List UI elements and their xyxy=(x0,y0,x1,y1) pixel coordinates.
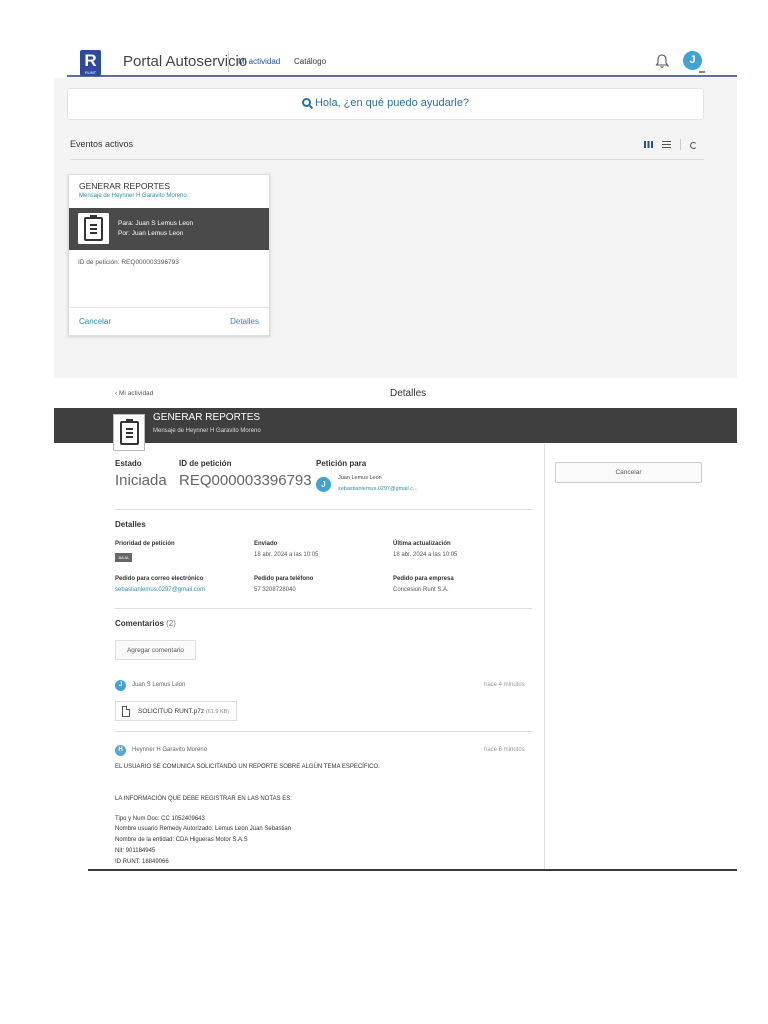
card-request-id: ID de petición: REQ000003396793 xyxy=(78,259,179,266)
request-subtitle: Mensaje de Heynner H Garavito Moreno xyxy=(153,428,261,434)
top-navbar: R RUNT Portal Autoservicio Mi actividad … xyxy=(67,44,737,77)
file-icon xyxy=(122,706,130,717)
comment-line: EL USUARIO SE COMUNICA SOLICITANDO UN RE… xyxy=(115,764,380,770)
id-value: REQ000003396793 xyxy=(179,472,312,489)
correo-label: Pedido para correo electrónico xyxy=(115,576,204,582)
comment-line: Nit: 901184945 xyxy=(115,848,156,854)
comment-time: hace 4 minutos xyxy=(484,682,525,688)
enviado-label: Enviado xyxy=(254,541,278,547)
nav-divider xyxy=(228,51,229,72)
card-band: Para: Juan S Lemus Leon Por: Juan Lemus … xyxy=(69,208,269,250)
attachment-size: (61.9 KB) xyxy=(205,709,230,715)
add-comment-button[interactable]: Agregar comentario xyxy=(115,640,196,660)
event-card[interactable]: GENERAR REPORTES Mensaje de Heynner H Ga… xyxy=(68,174,270,336)
card-subtitle: Mensaje de Heynner H Garavito Moreno xyxy=(79,193,187,199)
toolbar-divider xyxy=(680,139,681,150)
card-por: Por: Juan Lemus Leon xyxy=(118,230,184,237)
comment-line: Tipo y Num Doc: CC 1052409643 xyxy=(115,816,205,822)
prioridad-label: Prioridad de petición xyxy=(115,541,175,547)
logo-letter: R xyxy=(84,51,97,70)
bell-icon[interactable] xyxy=(655,53,669,69)
recipient-name: Juan Lemus Leon xyxy=(338,475,382,481)
comment-line: Nombre usuario Remedy Autorizado: Lemus … xyxy=(115,826,292,832)
recipient-email[interactable]: sebastianlemus.0297@gmail.c... xyxy=(338,486,418,492)
content-divider xyxy=(544,444,545,870)
divider xyxy=(115,731,532,732)
comment-time: hace 6 minutos xyxy=(484,747,525,753)
enviado-value: 18 abr. 2024 a las 10:05 xyxy=(254,552,319,558)
card-footer-divider xyxy=(69,307,269,308)
tab-catalogo[interactable]: Catálogo xyxy=(294,57,326,66)
comment-line: LA INFORMACIÓN QUE DEBE REGISTRAR EN LAS… xyxy=(115,796,292,802)
empresa-value: Concesion Runt S.A. xyxy=(393,587,449,593)
empresa-label: Pedido para empresa xyxy=(393,576,454,582)
recipient-avatar: J xyxy=(316,477,331,492)
priority-badge: BAJA xyxy=(115,553,132,562)
card-cancel-link[interactable]: Cancelar xyxy=(79,317,111,326)
comment-author: Juan S Lemus Leon xyxy=(132,682,186,688)
runt-logo[interactable]: R RUNT xyxy=(80,50,101,76)
details-section-title: Detalles xyxy=(115,520,146,529)
card-details-link[interactable]: Detalles xyxy=(230,317,259,326)
divider xyxy=(115,608,532,609)
details-heading: Detalles xyxy=(390,388,427,399)
cancel-button[interactable]: Cancelar xyxy=(555,462,702,483)
user-avatar[interactable]: J xyxy=(683,51,705,73)
search-box[interactable]: Hola, ¿en qué puedo ayudarle? xyxy=(67,88,704,120)
id-label: ID de petición xyxy=(179,459,232,468)
list-view-icon[interactable] xyxy=(662,141,671,148)
search-icon xyxy=(301,98,311,107)
ultima-value: 18 abr. 2024 a las 10:05 xyxy=(393,552,458,558)
telefono-label: Pedido para teléfono xyxy=(254,576,314,582)
divider xyxy=(115,509,532,510)
request-title: GENERAR REPORTES xyxy=(153,412,261,423)
bottom-border xyxy=(88,869,737,871)
ultima-label: Última actualización xyxy=(393,541,451,547)
estado-value: Iniciada xyxy=(115,472,167,489)
comment-line: Nombre de la entidad: CDA Higueras Motor… xyxy=(115,837,248,843)
search-placeholder: Hola, ¿en qué puedo ayudarle? xyxy=(314,97,470,109)
comments-title: Comentarios (2) xyxy=(115,619,176,628)
comment-author: Heynner H Garavito Moreno xyxy=(132,747,208,753)
comment-avatar: J xyxy=(115,680,126,691)
peticion-para-label: Petición para xyxy=(316,459,367,468)
comments-title-text: Comentarios xyxy=(115,619,164,628)
attachment-chip[interactable]: SOLICITUD RUNT.p7z (61.9 KB) xyxy=(115,701,237,721)
card-title: GENERAR REPORTES xyxy=(79,181,171,191)
estado-label: Estado xyxy=(115,459,142,468)
comments-count: (2) xyxy=(166,619,176,628)
refresh-icon[interactable] xyxy=(690,142,697,149)
clipboard-icon xyxy=(78,213,109,244)
attachment-label: SOLICITUD RUNT.p7z (61.9 KB) xyxy=(138,708,229,715)
comment-line: ID RUNT: 18849066 xyxy=(115,859,169,865)
telefono-value: 57 3208728040 xyxy=(254,587,296,593)
tab-mi-actividad[interactable]: Mi actividad xyxy=(238,57,280,66)
attachment-name: SOLICITUD RUNT.p7z xyxy=(138,708,205,715)
back-link[interactable]: ‹ Mi actividad xyxy=(115,390,153,397)
events-title: Eventos activos xyxy=(70,139,134,149)
request-header-band: GENERAR REPORTES Mensaje de Heynner H Ga… xyxy=(54,408,737,451)
comment-avatar: H xyxy=(115,745,126,756)
card-para: Para: Juan S Lemus Leon xyxy=(118,220,194,227)
correo-value[interactable]: sebastianlemus.0297@gmail.com xyxy=(115,587,205,593)
clipboard-icon xyxy=(113,414,145,451)
grid-view-icon[interactable] xyxy=(644,141,653,148)
logo-caption: RUNT xyxy=(84,70,97,75)
events-divider xyxy=(70,159,704,160)
